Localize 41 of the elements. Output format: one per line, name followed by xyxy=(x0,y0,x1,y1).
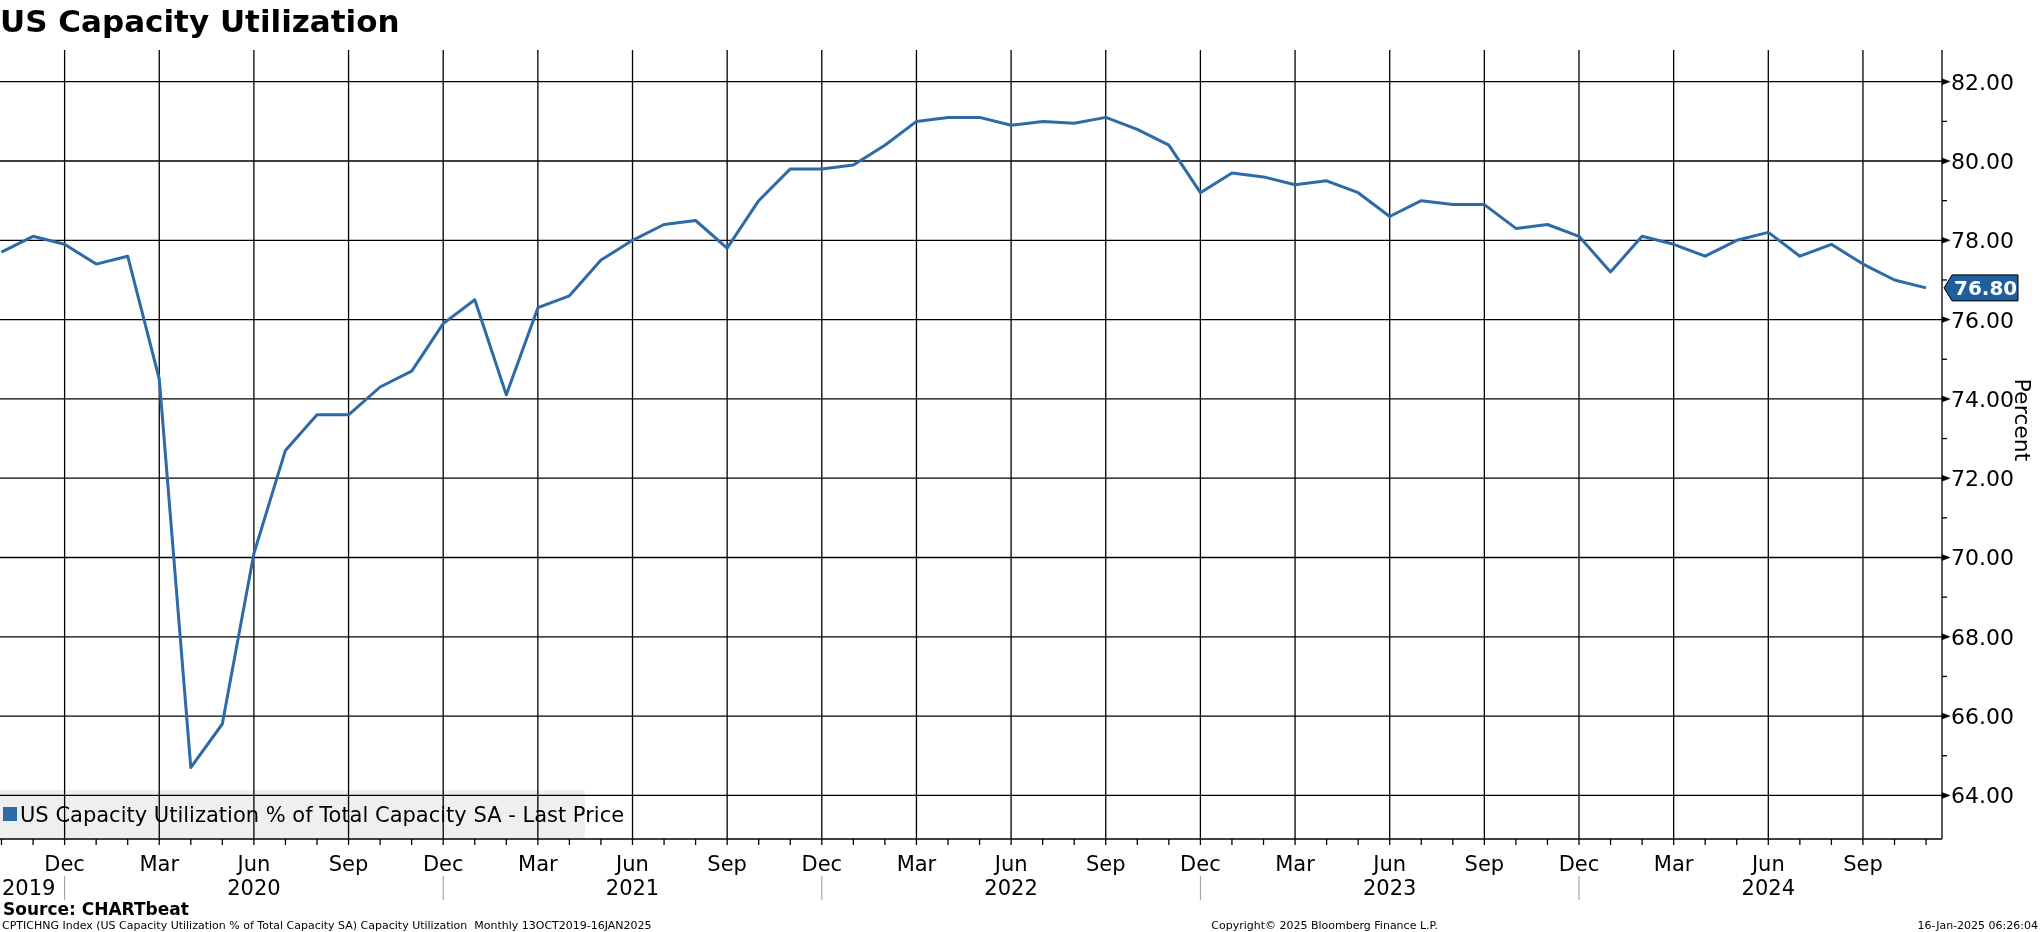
axis-label: Dec xyxy=(422,852,464,876)
axis-label: Jun xyxy=(1373,852,1407,876)
axis-label: Sep xyxy=(1464,852,1505,876)
chart-title: US Capacity Utilization xyxy=(0,2,400,40)
axis-label: Jun xyxy=(237,852,271,876)
axis-label: Sep xyxy=(1843,852,1883,876)
axis-label: Mar xyxy=(1275,852,1315,876)
axis-label: 78.00 xyxy=(1951,228,2014,254)
axis-label: 72.00 xyxy=(1951,466,2014,492)
axis-label: 82.00 xyxy=(1951,69,2014,95)
axis-label: Jun xyxy=(1751,852,1785,876)
axis-label: Sep xyxy=(707,852,747,876)
last-value-tag: 76.80 xyxy=(1943,274,2019,302)
axis-label: Jun xyxy=(616,852,649,876)
source-note: Source: CHARTbeat xyxy=(2,900,189,918)
axis-label: Sep xyxy=(328,852,369,876)
axis-label: Dec xyxy=(44,852,85,876)
axis-label: Mar xyxy=(1653,852,1694,876)
axis-label: Mar xyxy=(518,852,558,876)
copyright-notice: Copyright© 2025 Bloomberg Finance L.P. xyxy=(1211,919,1438,932)
axis-label: 68.00 xyxy=(1951,624,2014,650)
axis-label: Dec xyxy=(1558,852,1600,876)
axis-label: Sep xyxy=(1085,852,1126,876)
axis-label: 2023 xyxy=(1362,876,1417,900)
axis-label: Dec xyxy=(801,852,843,876)
axis-label: 66.00 xyxy=(1951,704,2014,730)
axis-label: 2019 xyxy=(2,876,56,900)
axis-label: 2024 xyxy=(1741,876,1796,900)
axis-label: 2020 xyxy=(227,876,281,900)
axis-label: 2021 xyxy=(605,876,660,900)
axis-label: Mar xyxy=(139,852,180,876)
axis-label: Mar xyxy=(896,852,937,876)
axis-label: Jun xyxy=(994,852,1028,876)
series-description: CPTICHNG Index (US Capacity Utilization % of Total Capacity SA) Capacity Utilization Monthly 13OCT2019-16JAN2025 xyxy=(2,919,652,932)
axis-label: 76.00 xyxy=(1951,307,2014,333)
axis-label: 64.00 xyxy=(1951,783,2014,809)
timestamp: 16-Jan-2025 06:26:04 xyxy=(1917,919,2038,932)
axis-label: 80.00 xyxy=(1951,149,2014,174)
axis-label: Dec xyxy=(1180,852,1221,876)
axis-label: 70.00 xyxy=(1951,545,2014,571)
axis-label: 2022 xyxy=(984,876,1038,900)
